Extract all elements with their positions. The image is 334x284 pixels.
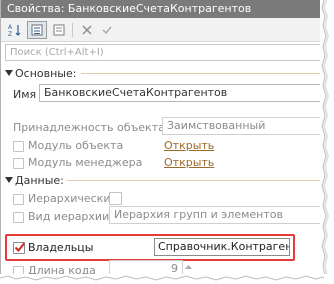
toolbar: A Z (1, 18, 324, 42)
owners-field[interactable]: Справочник.Контрагенты (154, 238, 290, 256)
toolbar-separator (72, 23, 73, 37)
hierarchy-type-label: Вид иерархии (28, 210, 110, 223)
confirm-icon[interactable] (97, 21, 117, 39)
hierarchical-checkbox[interactable] (13, 194, 24, 205)
section-data-title: Данные: (15, 173, 64, 187)
section-divider (67, 180, 321, 181)
sort-az-icon[interactable]: A Z (5, 21, 25, 39)
collapse-icon[interactable] (49, 21, 69, 39)
torn-edge-right (320, 0, 334, 284)
manager-module-label: Модуль менеджера (28, 156, 143, 169)
hierarchical-label: Иерархический (28, 192, 118, 205)
svg-text:A: A (8, 24, 13, 31)
check-mark-icon (14, 242, 25, 253)
search-input[interactable]: Поиск (Ctrl+Alt+I) (5, 44, 324, 61)
hierarchy-type-checkbox[interactable] (13, 212, 24, 223)
hierarchy-type-field[interactable]: Иерархия групп и элементов (109, 206, 324, 224)
object-module-open-link[interactable]: Открыть (164, 139, 214, 152)
torn-edge-bottom (0, 274, 334, 284)
manager-module-open-link[interactable]: Открыть (164, 156, 214, 169)
window-title: Свойства: БанковскиеСчетаКонтрагентов (1, 0, 324, 18)
owners-label: Владельцы (28, 241, 94, 254)
name-field[interactable]: БанковскиеСчетаКонтрагентов (39, 84, 324, 102)
owners-checkbox[interactable] (13, 242, 25, 254)
section-divider (81, 73, 321, 74)
ownership-label: Принадлежность объекта (13, 121, 165, 134)
properties-window: Свойства: БанковскиеСчетаКонтрагентов A … (0, 0, 324, 278)
categories-icon[interactable] (27, 21, 47, 39)
spin-up-icon[interactable] (184, 264, 192, 269)
svg-text:Z: Z (8, 31, 12, 37)
manager-module-checkbox[interactable] (13, 158, 24, 169)
section-data[interactable]: Данные: (5, 173, 64, 187)
delete-icon[interactable] (77, 21, 97, 39)
screenshot-page: Свойства: БанковскиеСчетаКонтрагентов A … (0, 0, 334, 284)
section-main[interactable]: Основные: (5, 66, 76, 80)
expand-triangle-icon (5, 69, 15, 77)
section-main-title: Основные: (15, 66, 77, 80)
object-module-label: Модуль объекта (28, 139, 124, 152)
ownership-field[interactable]: Заимствованный (162, 117, 324, 135)
object-module-checkbox[interactable] (13, 141, 24, 152)
name-label: Имя (13, 88, 37, 101)
hierarchical-value-checkbox[interactable] (109, 192, 122, 205)
expand-triangle-icon (5, 176, 15, 184)
